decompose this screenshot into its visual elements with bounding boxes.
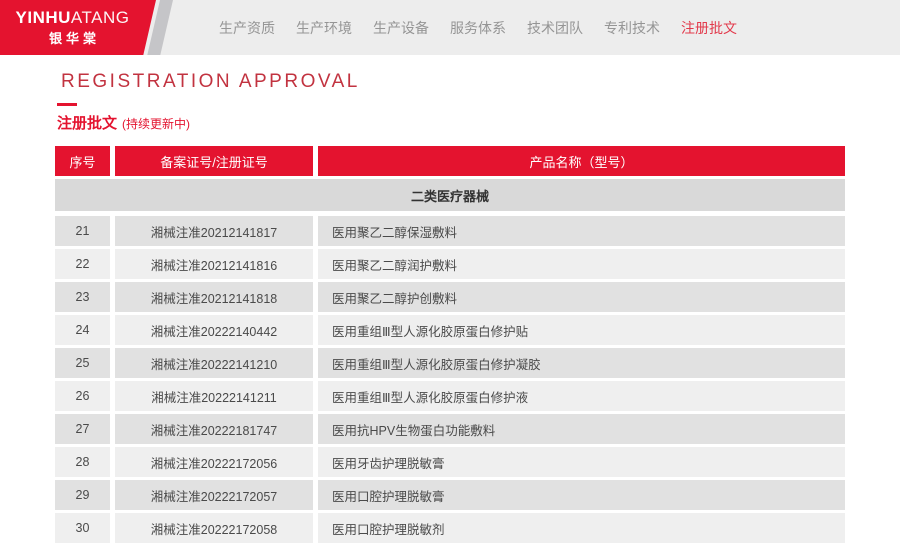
- page-root: YINHUATANG 银华棠 生产资质 生产环境 生产设备 服务体系 技术团队 专利技术注…: [0, 0, 900, 543]
- cell-cert: 湘械注准20222172058: [115, 513, 313, 543]
- category-row: 二类医疗器械: [55, 179, 845, 211]
- page-title-note: (持续更新中): [122, 117, 191, 131]
- cell-product: 医用聚乙二醇护创敷料: [318, 282, 845, 312]
- main-content: REGISTRATION APPROVAL 注册批文 (持续更新中) 序号 备案证…: [0, 55, 900, 543]
- table-row: 22 湘械注准20212141816 医用聚乙二醇润护敷料: [55, 249, 845, 279]
- table-row: 25 湘械注准20222141210 医用重组Ⅲ型人源化胶原蛋白修护凝胶: [55, 348, 845, 378]
- cell-index: 29: [55, 480, 110, 510]
- cell-product: 医用重组Ⅲ型人源化胶原蛋白修护贴: [318, 315, 845, 345]
- cell-cert: 湘械注准20212141818: [115, 282, 313, 312]
- nav-item-1[interactable]: 生产资质: [219, 18, 275, 38]
- cell-index: 28: [55, 447, 110, 477]
- cell-index: 26: [55, 381, 110, 411]
- col-header-cert: 备案证号/注册证号: [115, 146, 313, 176]
- brand-logo[interactable]: YINHUATANG 银华棠: [10, 8, 135, 47]
- cell-index: 21: [55, 216, 110, 246]
- approval-table: 序号 备案证号/注册证号 产品名称（型号） 二类医疗器械 21 湘械注准20212…: [55, 146, 845, 543]
- cell-product: 医用聚乙二醇润护敷料: [318, 249, 845, 279]
- col-header-product: 产品名称（型号）: [318, 146, 845, 176]
- cell-index: 22: [55, 249, 110, 279]
- cell-cert: 湘械注准20222172057: [115, 480, 313, 510]
- page-title-cn: 注册批文: [57, 115, 118, 132]
- cell-product: 医用口腔护理脱敏膏: [318, 480, 845, 510]
- nav-item-4[interactable]: 服务体系: [450, 18, 506, 38]
- table-row: 27 湘械注准20222181747 医用抗HPV生物蛋白功能敷料: [55, 414, 845, 444]
- cell-product: 医用牙齿护理脱敏膏: [318, 447, 845, 477]
- cell-cert: 湘械注准20222141211: [115, 381, 313, 411]
- table-row: 21 湘械注准20212141817 医用聚乙二醇保湿敷料: [55, 216, 845, 246]
- cell-index: 25: [55, 348, 110, 378]
- cell-cert: 湘械注准20212141816: [115, 249, 313, 279]
- table-row: 28 湘械注准20222172056 医用牙齿护理脱敏膏: [55, 447, 845, 477]
- table-header-row: 序号 备案证号/注册证号 产品名称（型号）: [55, 146, 845, 176]
- cell-product: 医用聚乙二醇保湿敷料: [318, 216, 845, 246]
- table-row: 30 湘械注准20222172058 医用口腔护理脱敏剂: [55, 513, 845, 543]
- nav-item-2[interactable]: 生产环境: [296, 18, 352, 38]
- cell-product: 医用口腔护理脱敏剂: [318, 513, 845, 543]
- table-row: 23 湘械注准20212141818 医用聚乙二醇护创敷料: [55, 282, 845, 312]
- col-header-index: 序号: [55, 146, 110, 176]
- nav-item-6[interactable]: 专利技术: [604, 18, 660, 38]
- nav-item-5[interactable]: 技术团队: [527, 18, 583, 38]
- nav-item-7[interactable]: 注册批文: [681, 18, 737, 38]
- cell-index: 24: [55, 315, 110, 345]
- table-row: 26 湘械注准20222141211 医用重组Ⅲ型人源化胶原蛋白修护液: [55, 381, 845, 411]
- cell-index: 27: [55, 414, 110, 444]
- cell-index: 30: [55, 513, 110, 543]
- cell-index: 23: [55, 282, 110, 312]
- site-header: YINHUATANG 银华棠 生产资质 生产环境 生产设备 服务体系 技术团队 专利技术 注…: [0, 0, 900, 55]
- page-title-en: REGISTRATION APPROVAL: [61, 71, 360, 92]
- title-underline: [57, 103, 77, 106]
- page-subtitle: 注册批文 (持续更新中): [57, 115, 900, 133]
- cell-cert: 湘械注准20222140442: [115, 315, 313, 345]
- cell-cert: 湘械注准20222181747: [115, 414, 313, 444]
- main-nav: 生产资质 生产环境 生产设备 服务体系 技术团队 专利技术 注册批文: [219, 0, 737, 55]
- table-row: 24 湘械注准20222140442 医用重组Ⅲ型人源化胶原蛋白修护贴: [55, 315, 845, 345]
- cell-cert: 湘械注准20222141210: [115, 348, 313, 378]
- cell-cert: 湘械注准20212141817: [115, 216, 313, 246]
- table-body: 21 湘械注准20212141817 医用聚乙二醇保湿敷料 22 湘械注准2021214…: [55, 216, 845, 543]
- logo-wordmark: YINHUATANG: [10, 8, 135, 28]
- nav-item-3[interactable]: 生产设备: [373, 18, 429, 38]
- logo-text-chinese: 银华棠: [48, 31, 100, 47]
- logo-text-light: ATANG: [70, 8, 130, 27]
- table-row: 29 湘械注准20222172057 医用口腔护理脱敏膏: [55, 480, 845, 510]
- logo-text-bold: YINHU: [15, 8, 71, 27]
- cell-product: 医用抗HPV生物蛋白功能敷料: [318, 414, 845, 444]
- cell-cert: 湘械注准20222172056: [115, 447, 313, 477]
- cell-product: 医用重组Ⅲ型人源化胶原蛋白修护凝胶: [318, 348, 845, 378]
- cell-product: 医用重组Ⅲ型人源化胶原蛋白修护液: [318, 381, 845, 411]
